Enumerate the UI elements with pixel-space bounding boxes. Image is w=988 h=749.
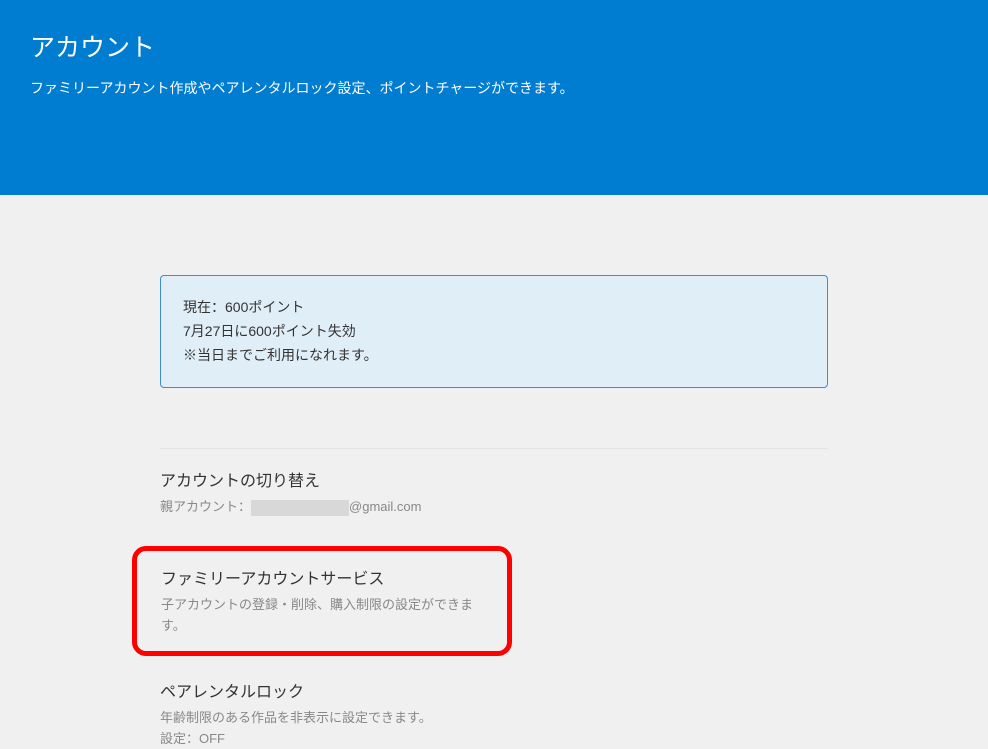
family-account-section[interactable]: ファミリーアカウントサービス 子アカウントの登録・削除、購入制限の設定ができます… xyxy=(132,546,512,656)
points-expiry: 7月27日に600ポイント失効 xyxy=(183,320,805,344)
section-divider xyxy=(160,448,828,449)
family-account-desc: 子アカウントの登録・削除、購入制限の設定ができます。 xyxy=(161,595,489,637)
page-header: アカウント ファミリーアカウント作成やペアレンタルロック設定、ポイントチャージが… xyxy=(0,0,988,195)
points-info-box: 現在：600ポイント 7月27日に600ポイント失効 ※当日までご利用になれます… xyxy=(160,275,828,388)
account-switch-section[interactable]: アカウントの切り替え 親アカウント： @gmail.com xyxy=(160,467,828,518)
email-domain: @gmail.com xyxy=(349,499,421,514)
content-area: 現在：600ポイント 7月27日に600ポイント失効 ※当日までご利用になれます… xyxy=(0,195,988,749)
family-account-title: ファミリーアカウントサービス xyxy=(161,565,489,589)
parental-lock-section[interactable]: ペアレンタルロック 年齢制限のある作品を非表示に設定できます。 設定：OFF xyxy=(160,678,828,749)
account-switch-title: アカウントの切り替え xyxy=(160,467,828,491)
account-switch-desc: 親アカウント： @gmail.com xyxy=(160,497,828,518)
parental-lock-desc: 年齢制限のある作品を非表示に設定できます。 xyxy=(160,708,828,729)
parent-account-label: 親アカウント： xyxy=(160,499,251,514)
parental-lock-title: ペアレンタルロック xyxy=(160,678,828,702)
redacted-email xyxy=(251,500,349,516)
points-current: 現在：600ポイント xyxy=(183,296,805,320)
page-title: アカウント xyxy=(30,28,958,64)
points-note: ※当日までご利用になれます。 xyxy=(183,344,805,368)
page-subtitle: ファミリーアカウント作成やペアレンタルロック設定、ポイントチャージができます。 xyxy=(30,78,958,98)
parental-lock-status: 設定：OFF xyxy=(160,729,828,749)
